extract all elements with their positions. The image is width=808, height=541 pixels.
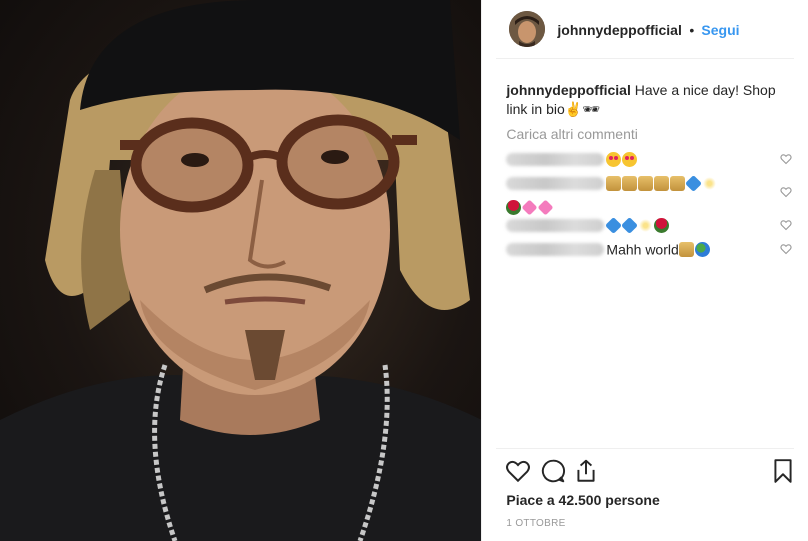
like-heart-icon[interactable] <box>505 458 531 484</box>
shopping-bag-emoji-icon <box>654 175 670 191</box>
post-date[interactable]: 1 OTTOBRE <box>506 518 565 529</box>
post-header: johnnydeppofficial • Segui <box>482 0 808 58</box>
comment-bubble-icon[interactable] <box>540 458 566 484</box>
portrait-illustration <box>0 0 482 541</box>
likes-count[interactable]: Piace a 42.500 persone <box>506 492 659 508</box>
blue-heart-emoji-icon <box>685 174 703 192</box>
comment-item <box>506 146 768 170</box>
header-separator-dot: • <box>689 22 695 38</box>
blurred-username[interactable] <box>506 176 605 190</box>
rose-emoji-icon <box>654 217 670 233</box>
comment-item: Mahh world <box>506 236 768 261</box>
comment-like-heart-icon[interactable] <box>780 219 792 231</box>
post-actions-bar <box>482 448 808 488</box>
comment-like-heart-icon[interactable] <box>780 153 792 165</box>
shopping-bag-emoji-icon <box>670 175 686 191</box>
avatar-image <box>509 11 546 47</box>
heart-eyes-emoji-icon <box>622 151 638 167</box>
blurred-username[interactable] <box>506 152 605 166</box>
blurred-username[interactable] <box>506 218 605 232</box>
post-side-panel: johnnydeppofficial • Segui johnnydeppoff… <box>481 0 808 541</box>
instagram-post: johnnydeppofficial • Segui johnnydeppoff… <box>0 0 808 541</box>
load-more-comments-link[interactable]: Carica altri commenti <box>506 126 637 142</box>
comment-text: Mahh world <box>606 241 679 258</box>
blue-heart-emoji-icon <box>621 216 639 234</box>
post-caption: johnnydeppofficial Have a nice day! Shop… <box>506 81 776 119</box>
earth-emoji-icon <box>694 241 710 257</box>
caption-username[interactable]: johnnydeppofficial <box>506 82 630 98</box>
header-username[interactable]: johnnydeppofficial <box>557 22 681 38</box>
shopping-bag-emoji-icon <box>678 241 694 257</box>
dizzy-emoji-icon <box>638 217 654 233</box>
share-upload-icon[interactable] <box>573 458 599 484</box>
comment-item <box>506 170 768 218</box>
shopping-bag-emoji-icon <box>606 175 622 191</box>
comment-like-heart-icon[interactable] <box>780 243 792 255</box>
shopping-bag-emoji-icon <box>622 175 638 191</box>
blue-heart-emoji-icon <box>605 216 623 234</box>
post-photo[interactable] <box>0 0 482 541</box>
avatar[interactable] <box>509 11 546 47</box>
comment-like-heart-icon[interactable] <box>780 186 792 198</box>
blurred-username[interactable] <box>506 242 605 256</box>
save-bookmark-icon[interactable] <box>770 458 796 484</box>
header-divider <box>496 58 795 59</box>
comment-item <box>506 212 768 236</box>
dizzy-emoji-icon <box>702 175 718 191</box>
follow-button[interactable]: Segui <box>701 22 739 38</box>
shopping-bag-emoji-icon <box>638 175 654 191</box>
heart-eyes-emoji-icon <box>606 151 622 167</box>
